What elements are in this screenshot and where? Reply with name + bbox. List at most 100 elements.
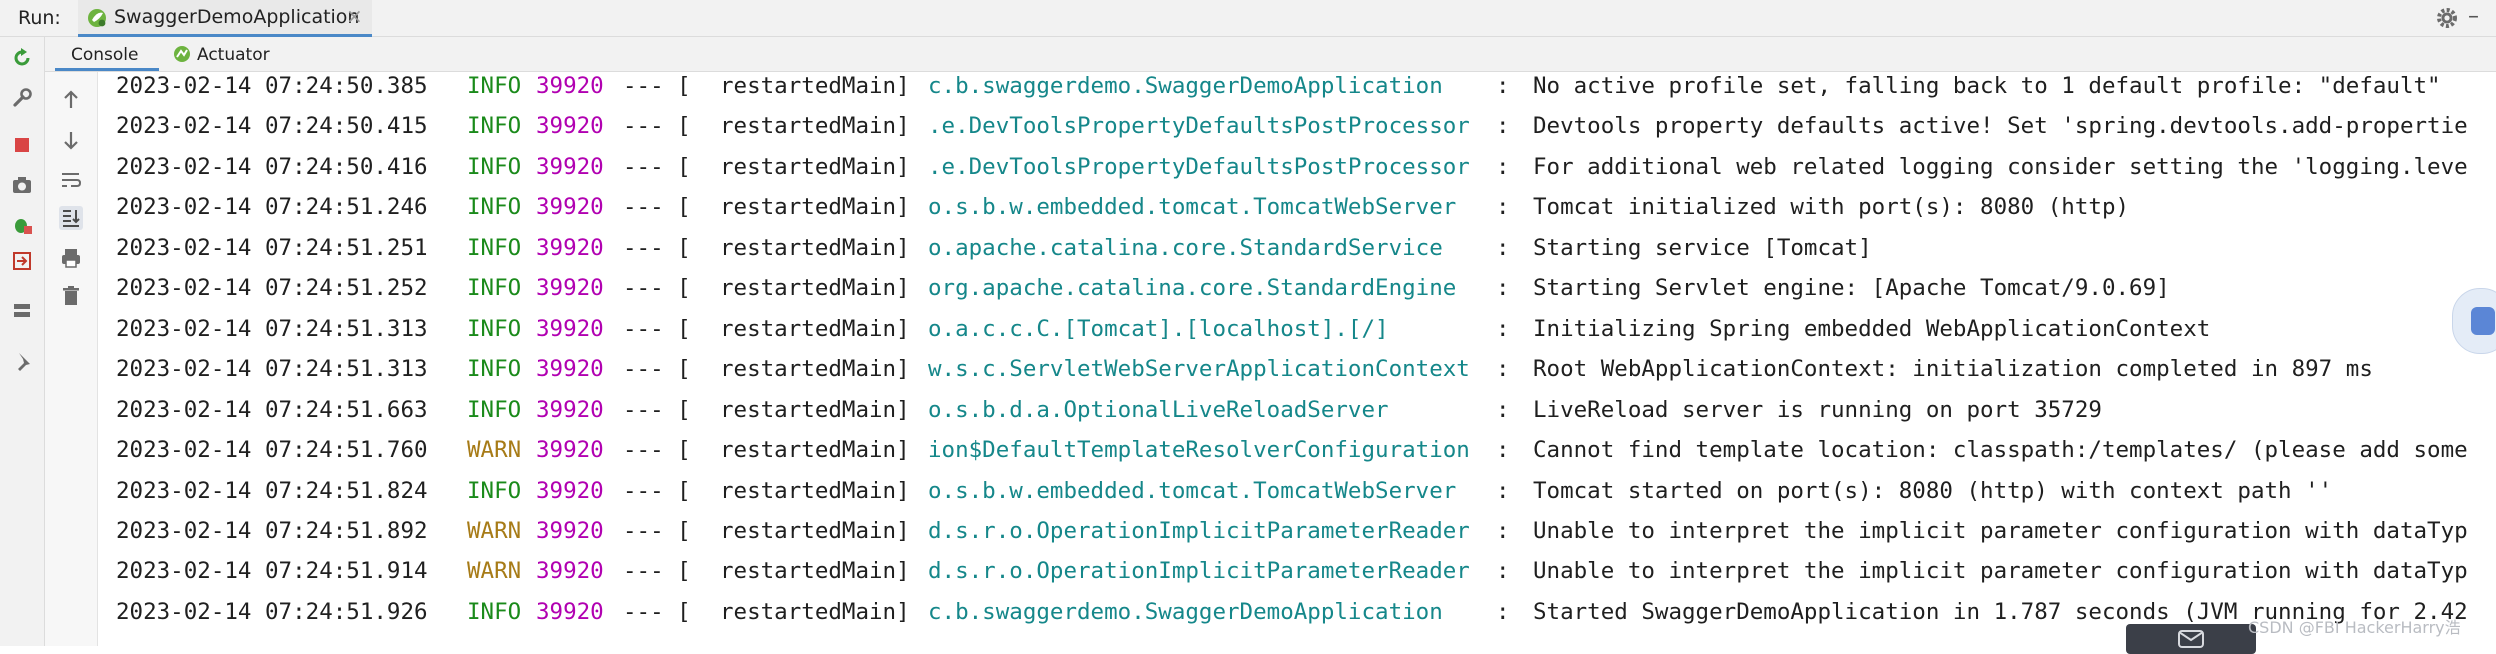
scroll-up-icon[interactable]	[59, 88, 83, 112]
run-config-tab[interactable]: SwaggerDemoApplication ×	[78, 0, 372, 37]
log-level: WARN	[467, 437, 522, 464]
run-label: Run:	[18, 7, 61, 29]
log-line: 2023-02-14 07:24:51.313 INFO 39920 --- [res…	[98, 349, 2496, 389]
log-line: 2023-02-14 07:24:51.760 WARN 39920 --- [res…	[98, 430, 2496, 470]
log-separator: --- [	[623, 477, 691, 504]
log-separator: --- [	[623, 275, 691, 302]
log-line: 2023-02-14 07:24:50.416 INFO 39920 --- [res…	[98, 147, 2496, 187]
log-message: Tomcat started on port(s): 8080 (http) w…	[1533, 477, 2333, 504]
scroll-down-icon[interactable]	[59, 128, 83, 152]
gear-icon[interactable]	[2434, 5, 2460, 31]
log-separator: --- [	[623, 356, 691, 383]
mail-icon	[2178, 630, 2204, 648]
log-message: Tomcat initialized with port(s): 8080 (h…	[1533, 194, 2130, 221]
log-separator: --- [	[623, 234, 691, 261]
log-level: INFO	[467, 396, 522, 423]
log-logger: d.s.r.o.OperationImplicitParameterReader	[928, 558, 1470, 585]
minimize-icon[interactable]: –	[2468, 4, 2479, 29]
log-pid: 39920	[536, 315, 604, 342]
camera-icon[interactable]	[11, 174, 33, 196]
log-colon: :	[1496, 315, 1510, 342]
log-pid: 39920	[536, 234, 604, 261]
log-line: 2023-02-14 07:24:51.251 INFO 39920 --- [res…	[98, 228, 2496, 268]
close-icon[interactable]: ×	[346, 4, 363, 28]
log-timestamp: 2023-02-14 07:24:50.385	[116, 73, 428, 99]
console-output[interactable]: 2023-02-14 07:24:50.385 INFO 39920 --- [ res…	[98, 72, 2496, 646]
log-level: INFO	[467, 275, 522, 302]
log-level: INFO	[467, 356, 522, 383]
log-level: INFO	[467, 153, 522, 180]
log-level: INFO	[467, 113, 522, 140]
assistant-icon	[2471, 307, 2495, 335]
log-thread: restartedMain]	[720, 356, 910, 383]
log-message: Starting Servlet engine: [Apache Tomcat/…	[1533, 275, 2170, 302]
run-tool-window-header: Run: SwaggerDemoApplication × –	[0, 0, 2496, 37]
log-colon: :	[1496, 73, 1510, 99]
log-level: WARN	[467, 517, 522, 544]
log-thread: restartedMain]	[720, 558, 910, 585]
log-timestamp: 2023-02-14 07:24:51.313	[116, 315, 428, 342]
log-timestamp: 2023-02-14 07:24:51.892	[116, 517, 428, 544]
soft-wrap-icon[interactable]	[59, 168, 83, 192]
log-thread: restartedMain]	[720, 598, 910, 625]
log-pid: 39920	[536, 477, 604, 504]
clear-icon[interactable]	[59, 284, 83, 308]
log-timestamp: 2023-02-14 07:24:51.926	[116, 598, 428, 625]
log-pid: 39920	[536, 275, 604, 302]
log-separator: --- [	[623, 396, 691, 423]
exit-icon[interactable]	[11, 250, 33, 272]
log-level: INFO	[467, 234, 522, 261]
log-colon: :	[1496, 356, 1510, 383]
rerun-icon[interactable]	[11, 47, 33, 69]
tab-actuator[interactable]: Actuator	[165, 37, 305, 70]
log-level: INFO	[467, 598, 522, 625]
log-message: Root WebApplicationContext: initializati…	[1533, 356, 2373, 383]
print-icon[interactable]	[59, 246, 83, 270]
log-colon: :	[1496, 437, 1510, 464]
log-pid: 39920	[536, 113, 604, 140]
floating-assistant-bubble[interactable]	[2452, 288, 2496, 354]
scroll-to-end-icon[interactable]	[59, 206, 83, 230]
log-level: INFO	[467, 315, 522, 342]
log-message: Initializing Spring embedded WebApplicat…	[1533, 315, 2211, 342]
log-pid: 39920	[536, 517, 604, 544]
log-logger: ion$DefaultTemplateResolverConfiguration	[928, 437, 1470, 464]
stop-icon[interactable]	[11, 134, 33, 156]
run-config-tab-label: SwaggerDemoApplication	[114, 6, 360, 28]
log-level: INFO	[467, 477, 522, 504]
layout-icon[interactable]	[11, 300, 33, 322]
log-message: LiveReload server is running on port 357…	[1533, 396, 2102, 423]
debug-icon[interactable]	[11, 214, 33, 236]
log-message: Unable to interpret the implicit paramet…	[1533, 517, 2468, 544]
log-message: Devtools property defaults active! Set '…	[1533, 113, 2468, 140]
tab-console[interactable]: Console	[55, 37, 159, 71]
log-thread: restartedMain]	[720, 517, 910, 544]
floating-dark-button[interactable]	[2126, 624, 2256, 654]
tab-console-label: Console	[71, 45, 139, 65]
log-logger: .e.DevToolsPropertyDefaultsPostProcessor	[928, 153, 1470, 180]
log-colon: :	[1496, 396, 1510, 423]
log-message: Cannot find template location: classpath…	[1533, 437, 2468, 464]
log-level: INFO	[467, 194, 522, 221]
log-timestamp: 2023-02-14 07:24:51.760	[116, 437, 428, 464]
log-colon: :	[1496, 558, 1510, 585]
log-pid: 39920	[536, 437, 604, 464]
log-separator: --- [	[623, 113, 691, 140]
log-separator: --- [	[623, 73, 691, 99]
log-logger: d.s.r.o.OperationImplicitParameterReader	[928, 517, 1470, 544]
log-colon: :	[1496, 234, 1510, 261]
log-line: 2023-02-14 07:24:51.663 INFO 39920 --- [res…	[98, 390, 2496, 430]
pin-icon[interactable]	[11, 350, 33, 372]
log-line: 2023-02-14 07:24:51.824 INFO 39920 --- [res…	[98, 471, 2496, 511]
log-colon: :	[1496, 598, 1510, 625]
log-logger: c.b.swaggerdemo.SwaggerDemoApplication	[928, 598, 1443, 625]
log-timestamp: 2023-02-14 07:24:51.252	[116, 275, 428, 302]
log-logger: o.s.b.w.embedded.tomcat.TomcatWebServer	[928, 477, 1457, 504]
log-message: For additional web related logging consi…	[1533, 153, 2468, 180]
log-separator: --- [	[623, 315, 691, 342]
run-actions-toolbar	[0, 37, 45, 646]
actuator-icon	[174, 46, 190, 62]
log-colon: :	[1496, 477, 1510, 504]
log-separator: --- [	[623, 437, 691, 464]
wrench-icon[interactable]	[11, 87, 33, 109]
